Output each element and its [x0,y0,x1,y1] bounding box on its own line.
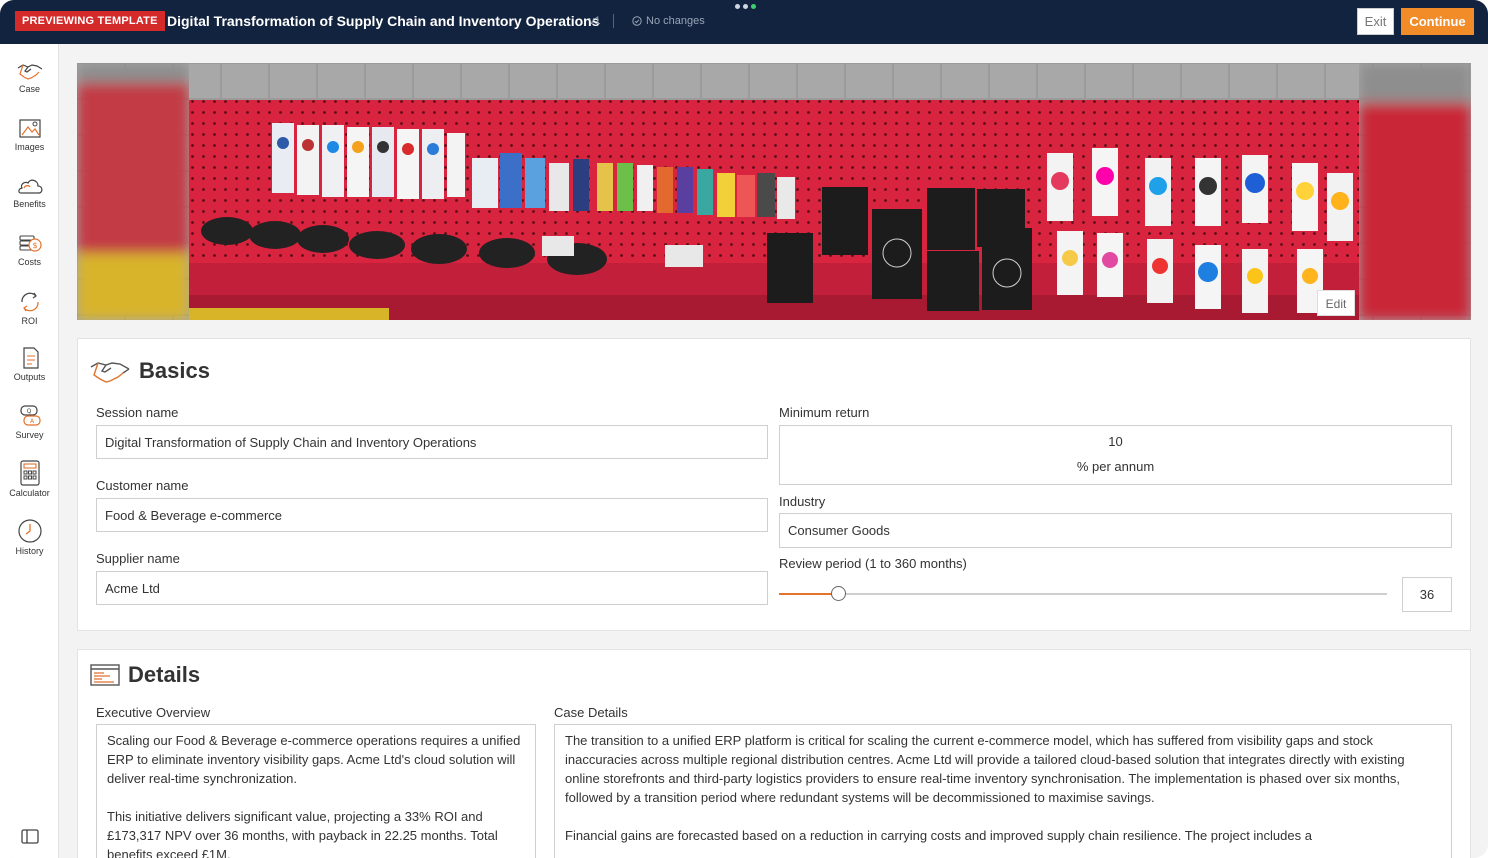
cloud-icon [17,179,42,194]
minimum-return-label: Minimum return [779,405,870,420]
customer-name-label: Customer name [96,478,189,493]
session-name-label: Session name [96,405,179,420]
handshake-icon [90,362,130,383]
sidebar-item-outputs[interactable]: Outputs [0,346,59,382]
version-label: v1 [589,15,601,27]
supplier-name-input[interactable]: Acme Ltd [96,571,768,605]
image-icon [18,119,41,138]
sidebar-item-label: ROI [21,316,38,326]
window-handle-icon[interactable] [735,4,756,9]
collapse-sidebar-icon[interactable] [21,829,39,849]
slider-thumb[interactable] [831,586,846,601]
save-status: No changes [632,15,705,27]
coins-icon: $ [18,235,42,252]
review-period-input[interactable]: 36 [1402,577,1452,612]
sidebar-item-roi[interactable]: ROI [0,290,59,326]
sidebar-item-images[interactable]: Images [0,118,59,152]
industry-label: Industry [779,494,826,509]
sidebar-item-label: Calculator [9,488,50,498]
handshake-icon [17,64,42,80]
sidebar-item-benefits[interactable]: Benefits [0,175,59,209]
sidebar-item-label: Benefits [13,199,46,209]
customer-name-input[interactable]: Food & Beverage e-commerce [96,498,768,532]
executive-overview-label: Executive Overview [96,705,211,720]
sidebar-item-label: Survey [15,430,44,440]
check-circle-icon [632,16,642,26]
details-title: Details [128,662,201,687]
minimum-return-value: 10 [1108,434,1123,449]
review-period-slider[interactable] [779,586,1387,601]
banner-image [77,63,1471,320]
review-period-label: Review period (1 to 360 months) [779,556,967,571]
calculator-icon [19,460,40,486]
supplier-name-label: Supplier name [96,551,180,566]
refresh-icon [20,292,39,312]
document-icon [22,347,39,369]
edit-banner-button[interactable]: Edit [1317,290,1355,316]
sidebar-item-survey[interactable]: QA Survey [0,404,59,440]
industry-select[interactable]: Consumer Goods [779,513,1452,548]
save-status-text: No changes [646,15,705,27]
basics-title: Basics [139,358,210,383]
sidebar-item-history[interactable]: History [0,518,59,556]
case-details-label: Case Details [554,705,628,720]
session-name-input[interactable]: Digital Transformation of Supply Chain a… [96,425,768,459]
sidebar: Case Images Benefits $ Costs ROI Outputs… [0,44,59,858]
sidebar-item-label: Outputs [13,372,46,382]
case-details-textarea[interactable]: The transition to a unified ERP platform… [554,724,1452,858]
top-bar: PREVIEWING TEMPLATE Digital Transformati… [0,0,1488,44]
page-title: Digital Transformation of Supply Chain a… [167,13,600,29]
chat-icon: QA [19,405,41,426]
svg-text:Q: Q [26,408,31,415]
continue-button[interactable]: Continue [1401,8,1474,35]
sidebar-item-label: Case [18,84,40,94]
sidebar-item-label: Costs [17,257,41,267]
svg-text:A: A [29,418,34,425]
sidebar-item-case[interactable]: Case [0,60,59,94]
sidebar-item-label: History [15,546,44,556]
divider [613,14,614,28]
sidebar-item-label: Images [14,142,45,152]
details-icon [90,664,120,686]
slider-fill [779,593,838,595]
preview-badge: PREVIEWING TEMPLATE [15,11,165,31]
minimum-return-unit: % per annum [1076,459,1155,474]
svg-text:$: $ [32,241,37,250]
clock-icon [17,519,42,543]
sidebar-item-calculator[interactable]: Calculator [0,460,59,498]
exit-button[interactable]: Exit [1357,8,1394,35]
app-window: PREVIEWING TEMPLATE Digital Transformati… [0,0,1488,858]
minimum-return-input[interactable]: 10 % per annum [779,425,1452,485]
sidebar-item-costs[interactable]: $ Costs [0,233,59,267]
executive-overview-textarea[interactable]: Scaling our Food & Beverage e-commerce o… [96,724,536,858]
